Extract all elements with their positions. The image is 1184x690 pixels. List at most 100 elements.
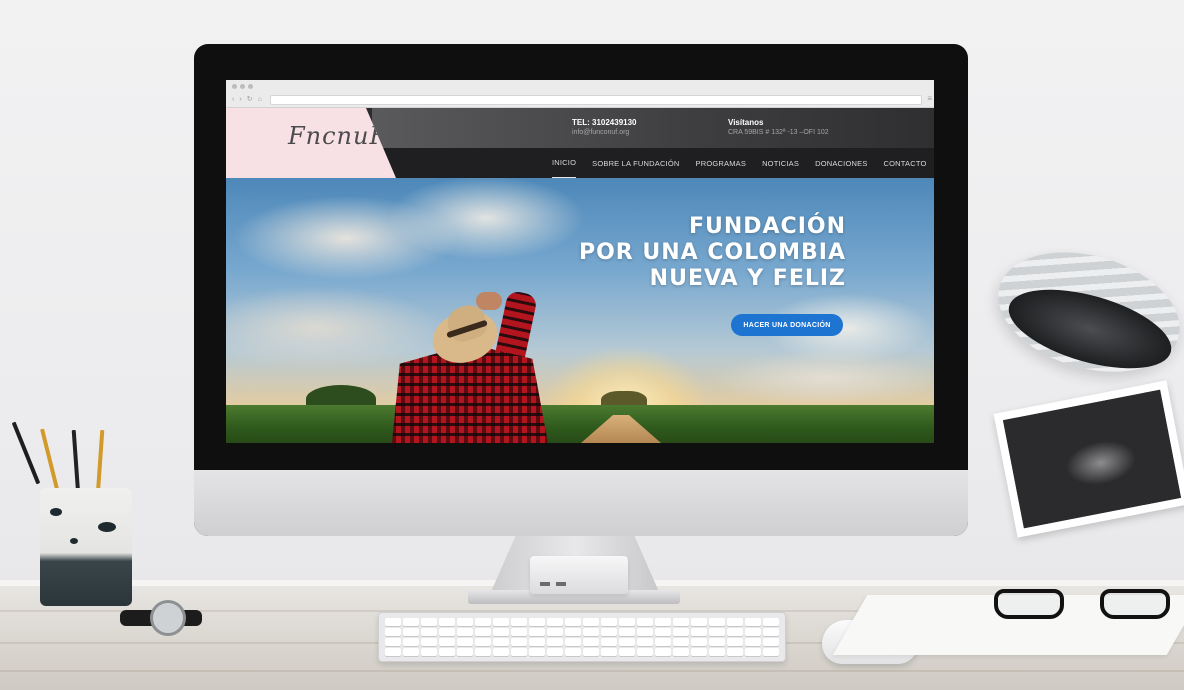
keyboard-key — [565, 618, 581, 626]
keyboard-key — [727, 638, 743, 646]
keyboard-key — [547, 618, 563, 626]
hero-title-line-3: NUEVA Y FELIZ — [649, 266, 846, 291]
cup-splatter — [50, 508, 62, 516]
keyboard-key — [493, 618, 509, 626]
keyboard-key — [619, 648, 635, 656]
hero-title-line-2: POR UNA COLOMBIA — [578, 240, 846, 265]
site-logo[interactable]: FncnuF — [288, 122, 387, 150]
email-label[interactable]: info@funconuf.org — [572, 129, 637, 136]
keyboard-key — [457, 648, 473, 656]
address-bar[interactable] — [270, 95, 922, 105]
keyboard-key — [673, 648, 689, 656]
hero-banner: FUNDACIÓN POR UNA COLOMBIA NUEVA Y FELIZ… — [226, 178, 934, 443]
person-hand — [476, 292, 502, 310]
keyboard-key — [475, 628, 491, 636]
watch-face — [150, 600, 186, 636]
nav-item-donaciones[interactable]: DONACIONES — [815, 149, 867, 178]
keyboard-key — [457, 618, 473, 626]
keyboard-key — [475, 618, 491, 626]
keyboard-key — [529, 638, 545, 646]
keyboard-key — [745, 648, 761, 656]
logo-area[interactable]: FncnuF — [226, 108, 396, 178]
forward-icon[interactable]: › — [239, 96, 241, 104]
browser-menu-icon[interactable]: ≡ — [927, 94, 932, 103]
keyboard-key — [601, 628, 617, 636]
keyboard-key — [709, 648, 725, 656]
keyboard-key — [655, 618, 671, 626]
keyboard-key — [385, 638, 401, 646]
browser-nav-icons: ‹ › ↻ ⌂ — [232, 96, 262, 104]
keyboard-key — [709, 628, 725, 636]
header-topbar: TEL: 3102439130 info@funconuf.org Visíta… — [372, 108, 934, 148]
keyboard-key — [385, 628, 401, 636]
monitor-chin — [194, 470, 968, 536]
keyboard-key — [529, 628, 545, 636]
hero-field — [226, 405, 934, 443]
nav-item-programas[interactable]: PROGRAMAS — [696, 149, 747, 178]
keyboard-key — [727, 628, 743, 636]
keyboard-key — [745, 618, 761, 626]
keyboard-key — [511, 648, 527, 656]
keyboard-key — [745, 628, 761, 636]
keyboard-key — [547, 628, 563, 636]
power-bank — [530, 556, 628, 594]
nav-item-noticias[interactable]: NOTICIAS — [762, 149, 799, 178]
usb-port — [540, 582, 550, 586]
desk-grain — [0, 670, 1184, 672]
hero-person — [392, 286, 548, 443]
keyboard-key — [673, 638, 689, 646]
pencil — [95, 429, 105, 497]
cup-splatter — [98, 522, 116, 532]
window-controls — [232, 84, 253, 89]
address-label: CRA 59BIS # 132ª -13 –OFI 102 — [728, 129, 829, 136]
keyboard — [378, 612, 786, 662]
reload-icon[interactable]: ↻ — [247, 96, 253, 104]
nav-item-inicio[interactable]: INICIO — [552, 148, 577, 179]
keyboard-key — [691, 628, 707, 636]
keyboard-key — [691, 638, 707, 646]
keyboard-key — [403, 628, 419, 636]
keyboard-key — [547, 638, 563, 646]
keyboard-key — [763, 648, 779, 656]
keyboard-key — [583, 648, 599, 656]
maximize-window-button[interactable] — [248, 84, 253, 89]
keyboard-key — [403, 618, 419, 626]
keyboard-key — [619, 628, 635, 636]
keyboard-key — [673, 628, 689, 636]
site-header: TEL: 3102439130 info@funconuf.org Visíta… — [226, 108, 934, 179]
keyboard-key — [637, 638, 653, 646]
minimize-window-button[interactable] — [240, 84, 245, 89]
keyboard-key — [655, 648, 671, 656]
keyboard-key — [727, 618, 743, 626]
close-window-button[interactable] — [232, 84, 237, 89]
keyboard-key — [421, 638, 437, 646]
keyboard-key — [439, 648, 455, 656]
screen: ‹ › ↻ ⌂ ≡ TEL: 3102439130 info@funconuf.… — [226, 80, 934, 443]
wristwatch — [120, 600, 202, 636]
keyboard-key — [565, 628, 581, 636]
pencil — [11, 421, 41, 485]
browser-toolbar: ‹ › ↻ ⌂ ≡ — [226, 80, 934, 108]
contact-visit: Visítanos CRA 59BIS # 132ª -13 –OFI 102 — [728, 118, 829, 136]
phone-label[interactable]: TEL: 3102439130 — [572, 118, 637, 127]
keyboard-key — [673, 618, 689, 626]
keyboard-key — [655, 638, 671, 646]
keyboard-key — [403, 648, 419, 656]
pencil — [40, 428, 60, 494]
nav-item-sobre-la-fundacion[interactable]: SOBRE LA FUNDACIÓN — [592, 149, 679, 178]
donate-button[interactable]: HACER UNA DONACIÓN — [731, 314, 843, 336]
keyboard-key — [421, 618, 437, 626]
keyboard-key — [493, 638, 509, 646]
keyboard-key — [565, 638, 581, 646]
keyboard-key — [583, 628, 599, 636]
hero-title: FUNDACIÓN POR UNA COLOMBIA NUEVA Y FELIZ — [579, 214, 846, 292]
nav-item-contacto[interactable]: CONTACTO — [884, 149, 927, 178]
keyboard-key — [421, 648, 437, 656]
glasses-lens — [1100, 589, 1170, 619]
keyboard-key — [475, 648, 491, 656]
keyboard-key — [601, 618, 617, 626]
home-icon[interactable]: ⌂ — [258, 96, 262, 104]
glasses-lens — [994, 589, 1064, 619]
back-icon[interactable]: ‹ — [232, 96, 234, 104]
ultrasound-photo — [993, 380, 1184, 538]
